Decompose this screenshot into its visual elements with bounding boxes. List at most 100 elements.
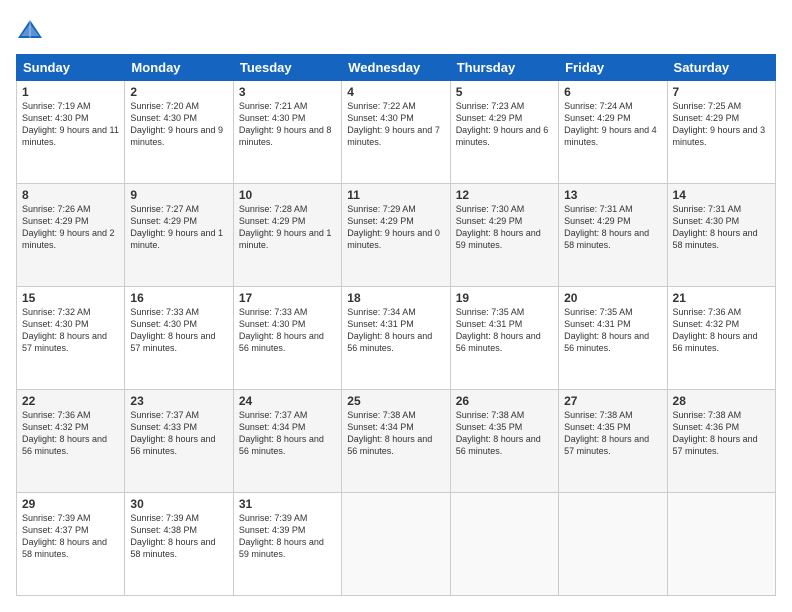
calendar-cell: 10Sunrise: 7:28 AM Sunset: 4:29 PM Dayli… xyxy=(233,184,341,287)
calendar-cell: 17Sunrise: 7:33 AM Sunset: 4:30 PM Dayli… xyxy=(233,287,341,390)
calendar-cell: 3Sunrise: 7:21 AM Sunset: 4:30 PM Daylig… xyxy=(233,81,341,184)
calendar-cell: 27Sunrise: 7:38 AM Sunset: 4:35 PM Dayli… xyxy=(559,390,667,493)
page: SundayMondayTuesdayWednesdayThursdayFrid… xyxy=(0,0,792,612)
calendar-cell: 28Sunrise: 7:38 AM Sunset: 4:36 PM Dayli… xyxy=(667,390,775,493)
header xyxy=(16,16,776,44)
day-number: 14 xyxy=(673,188,770,202)
day-info: Sunrise: 7:25 AM Sunset: 4:29 PM Dayligh… xyxy=(673,100,770,149)
calendar-cell xyxy=(667,493,775,596)
day-number: 17 xyxy=(239,291,336,305)
day-number: 12 xyxy=(456,188,553,202)
day-info: Sunrise: 7:31 AM Sunset: 4:30 PM Dayligh… xyxy=(673,203,770,252)
calendar-cell: 7Sunrise: 7:25 AM Sunset: 4:29 PM Daylig… xyxy=(667,81,775,184)
day-info: Sunrise: 7:26 AM Sunset: 4:29 PM Dayligh… xyxy=(22,203,119,252)
calendar-col-header: Tuesday xyxy=(233,55,341,81)
day-info: Sunrise: 7:20 AM Sunset: 4:30 PM Dayligh… xyxy=(130,100,227,149)
day-number: 3 xyxy=(239,85,336,99)
day-number: 19 xyxy=(456,291,553,305)
day-number: 22 xyxy=(22,394,119,408)
day-number: 4 xyxy=(347,85,444,99)
day-info: Sunrise: 7:35 AM Sunset: 4:31 PM Dayligh… xyxy=(456,306,553,355)
calendar-cell: 4Sunrise: 7:22 AM Sunset: 4:30 PM Daylig… xyxy=(342,81,450,184)
day-info: Sunrise: 7:35 AM Sunset: 4:31 PM Dayligh… xyxy=(564,306,661,355)
day-info: Sunrise: 7:38 AM Sunset: 4:35 PM Dayligh… xyxy=(456,409,553,458)
day-info: Sunrise: 7:38 AM Sunset: 4:36 PM Dayligh… xyxy=(673,409,770,458)
calendar-col-header: Saturday xyxy=(667,55,775,81)
calendar-cell: 6Sunrise: 7:24 AM Sunset: 4:29 PM Daylig… xyxy=(559,81,667,184)
calendar-col-header: Sunday xyxy=(17,55,125,81)
logo xyxy=(16,16,48,44)
calendar-col-header: Thursday xyxy=(450,55,558,81)
day-number: 2 xyxy=(130,85,227,99)
calendar-cell xyxy=(559,493,667,596)
calendar-cell: 26Sunrise: 7:38 AM Sunset: 4:35 PM Dayli… xyxy=(450,390,558,493)
calendar-cell: 29Sunrise: 7:39 AM Sunset: 4:37 PM Dayli… xyxy=(17,493,125,596)
day-number: 28 xyxy=(673,394,770,408)
day-info: Sunrise: 7:30 AM Sunset: 4:29 PM Dayligh… xyxy=(456,203,553,252)
day-info: Sunrise: 7:37 AM Sunset: 4:33 PM Dayligh… xyxy=(130,409,227,458)
day-info: Sunrise: 7:39 AM Sunset: 4:39 PM Dayligh… xyxy=(239,512,336,561)
day-number: 31 xyxy=(239,497,336,511)
calendar-row: 8Sunrise: 7:26 AM Sunset: 4:29 PM Daylig… xyxy=(17,184,776,287)
day-number: 30 xyxy=(130,497,227,511)
day-number: 9 xyxy=(130,188,227,202)
day-info: Sunrise: 7:32 AM Sunset: 4:30 PM Dayligh… xyxy=(22,306,119,355)
day-number: 6 xyxy=(564,85,661,99)
day-info: Sunrise: 7:38 AM Sunset: 4:35 PM Dayligh… xyxy=(564,409,661,458)
calendar-cell: 18Sunrise: 7:34 AM Sunset: 4:31 PM Dayli… xyxy=(342,287,450,390)
calendar-cell: 12Sunrise: 7:30 AM Sunset: 4:29 PM Dayli… xyxy=(450,184,558,287)
calendar-col-header: Monday xyxy=(125,55,233,81)
day-info: Sunrise: 7:39 AM Sunset: 4:38 PM Dayligh… xyxy=(130,512,227,561)
day-number: 8 xyxy=(22,188,119,202)
calendar-cell: 13Sunrise: 7:31 AM Sunset: 4:29 PM Dayli… xyxy=(559,184,667,287)
day-info: Sunrise: 7:36 AM Sunset: 4:32 PM Dayligh… xyxy=(22,409,119,458)
calendar-cell: 24Sunrise: 7:37 AM Sunset: 4:34 PM Dayli… xyxy=(233,390,341,493)
calendar-cell: 23Sunrise: 7:37 AM Sunset: 4:33 PM Dayli… xyxy=(125,390,233,493)
calendar-cell: 31Sunrise: 7:39 AM Sunset: 4:39 PM Dayli… xyxy=(233,493,341,596)
calendar-cell xyxy=(450,493,558,596)
calendar-header-row: SundayMondayTuesdayWednesdayThursdayFrid… xyxy=(17,55,776,81)
day-number: 29 xyxy=(22,497,119,511)
day-info: Sunrise: 7:22 AM Sunset: 4:30 PM Dayligh… xyxy=(347,100,444,149)
calendar-cell: 11Sunrise: 7:29 AM Sunset: 4:29 PM Dayli… xyxy=(342,184,450,287)
day-number: 23 xyxy=(130,394,227,408)
day-info: Sunrise: 7:38 AM Sunset: 4:34 PM Dayligh… xyxy=(347,409,444,458)
day-number: 21 xyxy=(673,291,770,305)
calendar-cell: 1Sunrise: 7:19 AM Sunset: 4:30 PM Daylig… xyxy=(17,81,125,184)
day-info: Sunrise: 7:37 AM Sunset: 4:34 PM Dayligh… xyxy=(239,409,336,458)
calendar-col-header: Friday xyxy=(559,55,667,81)
calendar-cell: 9Sunrise: 7:27 AM Sunset: 4:29 PM Daylig… xyxy=(125,184,233,287)
calendar-row: 1Sunrise: 7:19 AM Sunset: 4:30 PM Daylig… xyxy=(17,81,776,184)
calendar-cell: 5Sunrise: 7:23 AM Sunset: 4:29 PM Daylig… xyxy=(450,81,558,184)
calendar-row: 15Sunrise: 7:32 AM Sunset: 4:30 PM Dayli… xyxy=(17,287,776,390)
day-number: 7 xyxy=(673,85,770,99)
calendar-cell xyxy=(342,493,450,596)
calendar-cell: 21Sunrise: 7:36 AM Sunset: 4:32 PM Dayli… xyxy=(667,287,775,390)
day-info: Sunrise: 7:29 AM Sunset: 4:29 PM Dayligh… xyxy=(347,203,444,252)
day-number: 27 xyxy=(564,394,661,408)
day-number: 20 xyxy=(564,291,661,305)
day-number: 10 xyxy=(239,188,336,202)
calendar-cell: 25Sunrise: 7:38 AM Sunset: 4:34 PM Dayli… xyxy=(342,390,450,493)
day-info: Sunrise: 7:34 AM Sunset: 4:31 PM Dayligh… xyxy=(347,306,444,355)
day-info: Sunrise: 7:19 AM Sunset: 4:30 PM Dayligh… xyxy=(22,100,119,149)
day-info: Sunrise: 7:39 AM Sunset: 4:37 PM Dayligh… xyxy=(22,512,119,561)
calendar-cell: 19Sunrise: 7:35 AM Sunset: 4:31 PM Dayli… xyxy=(450,287,558,390)
logo-icon xyxy=(16,16,44,44)
calendar-cell: 15Sunrise: 7:32 AM Sunset: 4:30 PM Dayli… xyxy=(17,287,125,390)
day-number: 18 xyxy=(347,291,444,305)
calendar-table: SundayMondayTuesdayWednesdayThursdayFrid… xyxy=(16,54,776,596)
day-info: Sunrise: 7:36 AM Sunset: 4:32 PM Dayligh… xyxy=(673,306,770,355)
day-info: Sunrise: 7:27 AM Sunset: 4:29 PM Dayligh… xyxy=(130,203,227,252)
day-number: 25 xyxy=(347,394,444,408)
calendar-row: 22Sunrise: 7:36 AM Sunset: 4:32 PM Dayli… xyxy=(17,390,776,493)
calendar-col-header: Wednesday xyxy=(342,55,450,81)
calendar-cell: 20Sunrise: 7:35 AM Sunset: 4:31 PM Dayli… xyxy=(559,287,667,390)
calendar-cell: 2Sunrise: 7:20 AM Sunset: 4:30 PM Daylig… xyxy=(125,81,233,184)
day-number: 1 xyxy=(22,85,119,99)
day-info: Sunrise: 7:28 AM Sunset: 4:29 PM Dayligh… xyxy=(239,203,336,252)
day-number: 5 xyxy=(456,85,553,99)
day-number: 16 xyxy=(130,291,227,305)
day-info: Sunrise: 7:24 AM Sunset: 4:29 PM Dayligh… xyxy=(564,100,661,149)
calendar-cell: 14Sunrise: 7:31 AM Sunset: 4:30 PM Dayli… xyxy=(667,184,775,287)
